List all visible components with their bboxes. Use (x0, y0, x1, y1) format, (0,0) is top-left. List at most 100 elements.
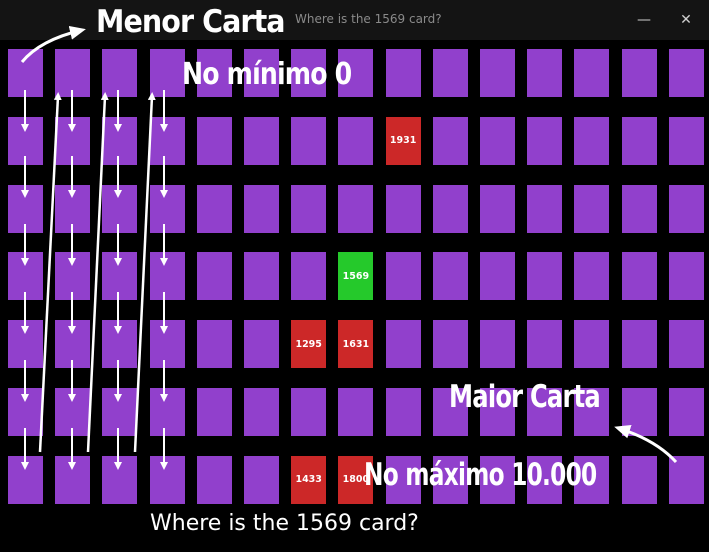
card[interactable] (668, 49, 704, 97)
card[interactable] (338, 184, 374, 233)
card[interactable] (102, 388, 138, 436)
card[interactable] (668, 455, 704, 504)
card[interactable] (621, 184, 657, 233)
card[interactable] (480, 252, 515, 301)
card[interactable] (8, 49, 43, 97)
annotation-maior-carta: Maior Carta (449, 379, 601, 415)
card[interactable] (102, 455, 138, 504)
card[interactable] (574, 320, 610, 369)
card[interactable] (621, 320, 657, 369)
card[interactable] (244, 184, 279, 233)
question-prompt: Where is the 1569 card? (150, 511, 419, 536)
card[interactable] (244, 252, 279, 301)
card[interactable] (102, 252, 138, 301)
card[interactable] (196, 116, 232, 165)
card[interactable] (291, 184, 327, 233)
card[interactable] (668, 320, 704, 369)
annotation-menor-carta: Menor Carta (96, 4, 286, 40)
close-button[interactable]: ✕ (676, 10, 696, 30)
minimize-button[interactable]: — (634, 10, 654, 30)
card[interactable] (149, 116, 185, 165)
annotation-no-minimo: No mínimo 0 (182, 57, 352, 92)
card[interactable] (432, 320, 468, 369)
card[interactable] (149, 388, 185, 436)
card[interactable] (338, 116, 374, 165)
card[interactable] (149, 455, 185, 504)
card[interactable] (385, 49, 421, 97)
card[interactable] (196, 252, 232, 301)
card[interactable] (432, 252, 468, 301)
card[interactable] (621, 455, 657, 504)
card[interactable] (432, 184, 468, 233)
card-revealed[interactable]: 1631 (338, 320, 374, 369)
card[interactable] (8, 184, 43, 233)
card[interactable] (527, 49, 563, 97)
card[interactable] (102, 320, 138, 369)
card[interactable] (8, 116, 43, 165)
card[interactable] (291, 252, 327, 301)
card[interactable] (527, 116, 563, 165)
annotation-no-maximo: No máximo 10.000 (364, 457, 597, 493)
card[interactable] (55, 184, 91, 233)
card[interactable] (480, 49, 515, 97)
card[interactable] (102, 49, 138, 97)
card[interactable] (432, 49, 468, 97)
card[interactable] (102, 116, 138, 165)
card[interactable] (244, 455, 279, 504)
card[interactable] (244, 116, 279, 165)
card[interactable] (668, 116, 704, 165)
card[interactable] (574, 252, 610, 301)
card[interactable] (574, 184, 610, 233)
card[interactable] (55, 49, 91, 97)
card[interactable] (574, 49, 610, 97)
card[interactable] (55, 320, 91, 369)
card[interactable] (480, 184, 515, 233)
card[interactable] (527, 320, 563, 369)
card[interactable] (55, 388, 91, 436)
card[interactable] (55, 252, 91, 301)
card[interactable] (432, 116, 468, 165)
card[interactable] (527, 252, 563, 301)
card[interactable] (8, 455, 43, 504)
card[interactable] (196, 320, 232, 369)
card[interactable] (244, 388, 279, 436)
window-title: Where is the 1569 card? (295, 12, 442, 26)
card[interactable] (385, 320, 421, 369)
card-grid: 1931 1569 1295 1631 1433 1800 (0, 40, 709, 510)
card[interactable] (102, 184, 138, 233)
card[interactable] (385, 252, 421, 301)
card[interactable] (196, 184, 232, 233)
card[interactable] (55, 455, 91, 504)
card-found[interactable]: 1569 (338, 252, 374, 301)
card-revealed[interactable]: 1295 (291, 320, 327, 369)
card[interactable] (8, 252, 43, 301)
card[interactable] (338, 388, 374, 436)
card[interactable] (8, 320, 43, 369)
card[interactable] (621, 49, 657, 97)
card[interactable] (8, 388, 43, 436)
card[interactable] (527, 184, 563, 233)
card[interactable] (480, 116, 515, 165)
card[interactable] (149, 184, 185, 233)
card[interactable] (149, 252, 185, 301)
card[interactable] (480, 320, 515, 369)
card[interactable] (621, 116, 657, 165)
card[interactable] (621, 388, 657, 436)
card[interactable] (385, 184, 421, 233)
card[interactable] (291, 388, 327, 436)
card-revealed[interactable]: 1433 (291, 455, 327, 504)
card[interactable] (149, 49, 185, 97)
card[interactable] (149, 320, 185, 369)
card[interactable] (668, 252, 704, 301)
card[interactable] (621, 252, 657, 301)
card[interactable] (574, 116, 610, 165)
card[interactable] (291, 116, 327, 165)
card[interactable] (55, 116, 91, 165)
card[interactable] (668, 184, 704, 233)
card[interactable] (385, 388, 421, 436)
card-revealed[interactable]: 1931 (385, 116, 421, 165)
card[interactable] (244, 320, 279, 369)
card[interactable] (668, 388, 704, 436)
card[interactable] (196, 455, 232, 504)
card[interactable] (196, 388, 232, 436)
